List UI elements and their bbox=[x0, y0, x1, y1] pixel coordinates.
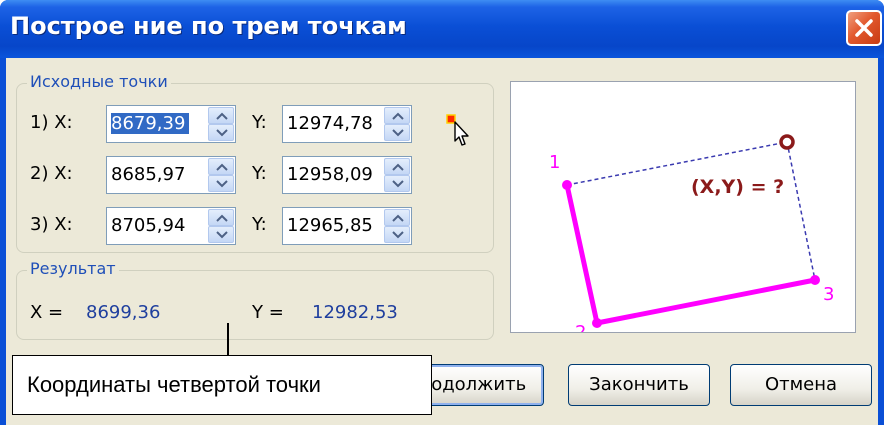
dialog-window: Построе ние по трем точкам Исходные точк… bbox=[0, 0, 884, 425]
point-2-x-value[interactable]: 8685,97 bbox=[111, 164, 205, 185]
unknown-point-label: (X,Y) = ? bbox=[691, 176, 784, 198]
point-1-x-label: 1) X: bbox=[30, 112, 73, 133]
point-3-y-spin-buttons[interactable] bbox=[384, 209, 410, 243]
point-3-x-spinner[interactable]: 8705,94 bbox=[106, 207, 236, 245]
point-2-y-label: Y: bbox=[252, 163, 267, 184]
arrow-up-icon bbox=[392, 112, 404, 120]
arrow-up-icon bbox=[216, 163, 228, 171]
result-y-label: Y = bbox=[252, 302, 284, 323]
point-2-x-label: 2) X: bbox=[30, 163, 73, 184]
point-3-marker bbox=[810, 275, 820, 285]
spin-up-button[interactable] bbox=[208, 158, 234, 175]
cancel-button[interactable]: Отмена bbox=[730, 364, 872, 406]
spin-up-button[interactable] bbox=[384, 209, 410, 226]
arrow-down-icon bbox=[392, 180, 404, 188]
arrow-up-icon bbox=[392, 163, 404, 171]
point-2-y-spinner[interactable]: 12958,09 bbox=[282, 156, 412, 194]
point-1-label: 1 bbox=[549, 152, 560, 173]
arrow-up-icon bbox=[216, 214, 228, 222]
arrow-down-icon bbox=[392, 129, 404, 137]
point-1-y-value[interactable]: 12974,78 bbox=[287, 113, 381, 134]
point-1-y-spin-buttons[interactable] bbox=[384, 107, 410, 141]
point-3-x-label: 3) X: bbox=[30, 214, 73, 235]
arrow-down-icon bbox=[216, 180, 228, 188]
arrow-up-icon bbox=[216, 112, 228, 120]
point-1-x-spin-buttons[interactable] bbox=[208, 107, 234, 141]
result-group-label: Результат bbox=[27, 259, 119, 278]
close-button[interactable] bbox=[846, 10, 882, 46]
source-points-group-label: Исходные точки bbox=[27, 72, 171, 91]
point-3-y-label: Y: bbox=[252, 214, 267, 235]
callout-pointer-line bbox=[227, 323, 229, 356]
spin-down-button[interactable] bbox=[384, 124, 410, 141]
point-3-x-value[interactable]: 8705,94 bbox=[111, 215, 205, 236]
title-bar[interactable]: Построе ние по трем точкам bbox=[0, 0, 884, 58]
spin-up-button[interactable] bbox=[384, 107, 410, 124]
spin-up-button[interactable] bbox=[384, 158, 410, 175]
point-3-x-spin-buttons[interactable] bbox=[208, 209, 234, 243]
preview-panel: 1 2 3 (X,Y) = ? bbox=[510, 81, 856, 343]
spin-down-button[interactable] bbox=[208, 175, 234, 192]
point-3-y-spinner[interactable]: 12965,85 bbox=[282, 207, 412, 245]
point-1-x-spinner[interactable]: 8679,39 bbox=[106, 105, 236, 143]
point-1-x-value[interactable]: 8679,39 bbox=[111, 113, 189, 134]
result-x-label: X = bbox=[30, 302, 64, 323]
solid-edge-1-2 bbox=[564, 182, 600, 326]
point-2-y-spin-buttons[interactable] bbox=[384, 158, 410, 192]
point-2-marker bbox=[592, 318, 602, 328]
preview-diagram: 1 2 3 (X,Y) = ? bbox=[549, 134, 834, 343]
solid-edge-2-3 bbox=[594, 277, 818, 326]
point-2-x-spinner[interactable]: 8685,97 bbox=[106, 156, 236, 194]
callout-annotation: Координаты четвертой точки bbox=[12, 355, 432, 415]
pick-point-cursor-icon[interactable] bbox=[446, 114, 476, 148]
spin-down-button[interactable] bbox=[208, 124, 234, 141]
point-2-label: 2 bbox=[575, 322, 586, 332]
spin-down-button[interactable] bbox=[384, 175, 410, 192]
close-icon bbox=[855, 19, 873, 37]
point-1-y-label: Y: bbox=[252, 112, 267, 133]
dashed-edge-4-3 bbox=[786, 141, 816, 281]
result-y-value: 12982,53 bbox=[312, 302, 398, 323]
unknown-point-marker bbox=[779, 134, 795, 150]
point-1-marker bbox=[562, 180, 572, 190]
window-title: Построе ние по трем точкам bbox=[10, 12, 407, 40]
point-3-label: 3 bbox=[823, 284, 834, 305]
arrow-down-icon bbox=[216, 231, 228, 239]
spin-down-button[interactable] bbox=[208, 226, 234, 243]
finish-button[interactable]: Закончить bbox=[568, 364, 710, 406]
point-2-y-value[interactable]: 12958,09 bbox=[287, 164, 381, 185]
arrow-up-icon bbox=[392, 214, 404, 222]
spin-down-button[interactable] bbox=[384, 226, 410, 243]
result-x-value: 8699,36 bbox=[86, 302, 161, 323]
point-3-y-value[interactable]: 12965,85 bbox=[287, 215, 381, 236]
arrow-down-icon bbox=[216, 129, 228, 137]
point-1-y-spinner[interactable]: 12974,78 bbox=[282, 105, 412, 143]
spin-up-button[interactable] bbox=[208, 107, 234, 124]
spin-up-button[interactable] bbox=[208, 209, 234, 226]
arrow-down-icon bbox=[392, 231, 404, 239]
point-2-x-spin-buttons[interactable] bbox=[208, 158, 234, 192]
